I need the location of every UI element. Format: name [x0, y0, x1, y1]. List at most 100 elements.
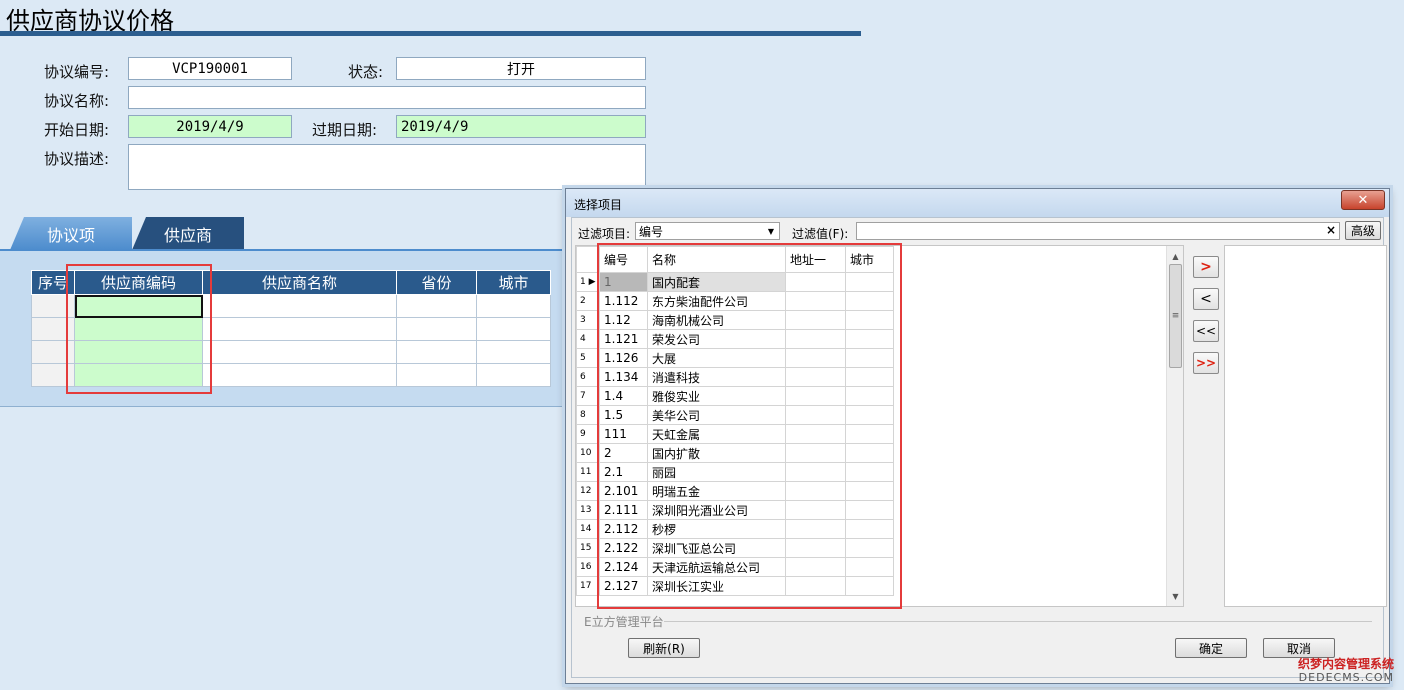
- move-all-right-button[interactable]: >>: [1193, 352, 1219, 374]
- city-cell[interactable]: [476, 317, 551, 341]
- name-cell[interactable]: 明瑞五金: [647, 481, 786, 501]
- name-cell[interactable]: 美华公司: [647, 405, 786, 425]
- code-cell[interactable]: 2.112: [599, 519, 648, 539]
- address-cell[interactable]: [785, 519, 846, 539]
- vertical-scrollbar[interactable]: ▲ ≡ ▼: [1166, 246, 1183, 606]
- table-row[interactable]: 17 2.127 深圳长江实业: [576, 576, 894, 596]
- move-all-left-button[interactable]: <<: [1193, 320, 1219, 342]
- col-header-name[interactable]: 名称: [647, 246, 786, 273]
- move-left-button[interactable]: <: [1193, 288, 1219, 310]
- province-cell[interactable]: [396, 294, 477, 318]
- col-header-index[interactable]: 序号: [31, 270, 75, 295]
- table-row[interactable]: 16 2.124 天津远航运输总公司: [576, 557, 894, 577]
- ok-button[interactable]: 确定: [1175, 638, 1247, 658]
- name-cell[interactable]: 海南机械公司: [647, 310, 786, 330]
- advanced-button[interactable]: 高级: [1345, 221, 1381, 240]
- city-cell[interactable]: [845, 386, 894, 406]
- city-cell[interactable]: [845, 291, 894, 311]
- filter-value-input[interactable]: ×: [856, 222, 1340, 240]
- city-cell[interactable]: [845, 443, 894, 463]
- code-cell[interactable]: 2.127: [599, 576, 648, 596]
- tab-suppliers[interactable]: 供应商: [132, 217, 244, 250]
- table-row[interactable]: 9 111 天虹金属: [576, 424, 894, 444]
- supplier-code-cell[interactable]: [74, 294, 203, 318]
- name-cell[interactable]: 国内扩散: [647, 443, 786, 463]
- code-cell[interactable]: 2.122: [599, 538, 648, 558]
- address-cell[interactable]: [785, 329, 846, 349]
- refresh-button[interactable]: 刷新(R): [628, 638, 700, 658]
- move-right-button[interactable]: >: [1193, 256, 1219, 278]
- code-cell[interactable]: 1.134: [599, 367, 648, 387]
- supplier-name-cell[interactable]: [202, 363, 397, 387]
- close-button[interactable]: ✕: [1341, 190, 1385, 210]
- name-cell[interactable]: 国内配套: [647, 272, 786, 292]
- selected-list[interactable]: [1224, 245, 1387, 607]
- address-cell[interactable]: [785, 367, 846, 387]
- filter-item-select[interactable]: 编号 ▼: [635, 222, 780, 240]
- table-row[interactable]: 6 1.134 消遣科技: [576, 367, 894, 387]
- city-cell[interactable]: [845, 500, 894, 520]
- address-cell[interactable]: [785, 462, 846, 482]
- name-cell[interactable]: 深圳飞亚总公司: [647, 538, 786, 558]
- code-cell[interactable]: 1.121: [599, 329, 648, 349]
- description-field[interactable]: [128, 144, 646, 190]
- address-cell[interactable]: [785, 557, 846, 577]
- expire-date-field[interactable]: 2019/4/9: [396, 115, 646, 138]
- name-cell[interactable]: 雅俊实业: [647, 386, 786, 406]
- supplier-code-cell[interactable]: [74, 363, 203, 387]
- table-row[interactable]: 14 2.112 秒椤: [576, 519, 894, 539]
- table-row[interactable]: 2 1.112 东方柴油配件公司: [576, 291, 894, 311]
- city-cell[interactable]: [845, 424, 894, 444]
- start-date-field[interactable]: 2019/4/9: [128, 115, 292, 138]
- code-cell[interactable]: 111: [599, 424, 648, 444]
- province-cell[interactable]: [396, 340, 477, 364]
- city-cell[interactable]: [845, 329, 894, 349]
- address-cell[interactable]: [785, 348, 846, 368]
- city-cell[interactable]: [476, 294, 551, 318]
- code-cell[interactable]: 1.12: [599, 310, 648, 330]
- table-row[interactable]: 1 ▶ 1 国内配套: [576, 272, 894, 292]
- supplier-name-cell[interactable]: [202, 340, 397, 364]
- scroll-thumb[interactable]: ≡: [1169, 264, 1182, 368]
- supplier-code-cell[interactable]: [74, 340, 203, 364]
- city-cell[interactable]: [845, 272, 894, 292]
- city-cell[interactable]: [845, 519, 894, 539]
- table-row[interactable]: 10 2 国内扩散: [576, 443, 894, 463]
- name-cell[interactable]: 秒椤: [647, 519, 786, 539]
- table-row[interactable]: 11 2.1 丽园: [576, 462, 894, 482]
- city-cell[interactable]: [845, 310, 894, 330]
- address-cell[interactable]: [785, 405, 846, 425]
- code-cell[interactable]: 2.124: [599, 557, 648, 577]
- supplier-name-cell[interactable]: [202, 294, 397, 318]
- col-header-code[interactable]: 编号: [599, 246, 648, 273]
- table-row[interactable]: 8 1.5 美华公司: [576, 405, 894, 425]
- name-cell[interactable]: 深圳长江实业: [647, 576, 786, 596]
- province-cell[interactable]: [396, 363, 477, 387]
- city-cell[interactable]: [845, 367, 894, 387]
- name-cell[interactable]: 深圳阳光酒业公司: [647, 500, 786, 520]
- agreement-name-field[interactable]: [128, 86, 646, 109]
- table-row[interactable]: 7 1.4 雅俊实业: [576, 386, 894, 406]
- tab-agreement-items[interactable]: 协议项: [10, 217, 132, 250]
- code-cell[interactable]: 2.1: [599, 462, 648, 482]
- table-row[interactable]: 13 2.111 深圳阳光酒业公司: [576, 500, 894, 520]
- table-row[interactable]: 12 2.101 明瑞五金: [576, 481, 894, 501]
- scroll-down-icon[interactable]: ▼: [1167, 588, 1183, 604]
- name-cell[interactable]: 消遣科技: [647, 367, 786, 387]
- scroll-up-icon[interactable]: ▲: [1167, 248, 1183, 264]
- city-cell[interactable]: [845, 481, 894, 501]
- code-cell[interactable]: 1.112: [599, 291, 648, 311]
- name-cell[interactable]: 天津远航运输总公司: [647, 557, 786, 577]
- province-cell[interactable]: [396, 317, 477, 341]
- city-cell[interactable]: [476, 340, 551, 364]
- name-cell[interactable]: 大展: [647, 348, 786, 368]
- city-cell[interactable]: [845, 538, 894, 558]
- city-cell[interactable]: [845, 348, 894, 368]
- address-cell[interactable]: [785, 386, 846, 406]
- address-cell[interactable]: [785, 272, 846, 292]
- code-cell[interactable]: 2.101: [599, 481, 648, 501]
- col-header-city[interactable]: 城市: [845, 246, 894, 273]
- col-header-supplier-name[interactable]: 供应商名称: [202, 270, 397, 295]
- code-cell[interactable]: 2: [599, 443, 648, 463]
- name-cell[interactable]: 东方柴油配件公司: [647, 291, 786, 311]
